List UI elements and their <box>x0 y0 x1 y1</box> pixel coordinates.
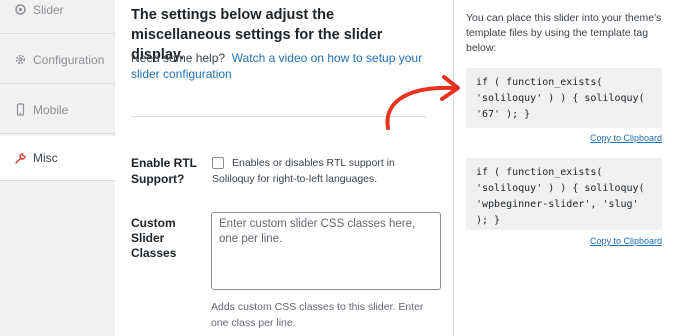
annotation-arrow-icon <box>385 75 460 130</box>
rtl-support-description: Enables or disables RTL support in Solil… <box>212 157 395 185</box>
wrench-icon <box>14 152 27 165</box>
copy-to-clipboard-link[interactable]: Copy to Clipboard <box>590 236 662 246</box>
sidebar-item-configuration[interactable]: Configuration <box>0 36 115 84</box>
template-tag-code-slug: if ( function_exists( 'soliloquy' ) ) { … <box>466 158 662 230</box>
sidebar-item-label: Slider <box>33 2 64 17</box>
mobile-icon <box>14 103 27 116</box>
sidebar-item-label: Misc <box>33 151 58 165</box>
custom-slider-classes-label: Custom Slider Classes <box>131 216 177 260</box>
sidebar-item-label: Configuration <box>33 52 105 67</box>
rtl-support-label: Enable RTL Support? <box>131 156 197 186</box>
settings-sidebar: Slider Configuration Mobile Misc <box>0 0 115 336</box>
sidebar-item-mobile[interactable]: Mobile <box>0 86 115 134</box>
template-tag-panel: You can place this slider into your them… <box>453 0 680 336</box>
slider-icon <box>14 3 27 16</box>
copy-to-clipboard-link[interactable]: Copy to Clipboard <box>590 133 662 143</box>
template-tag-intro: You can place this slider into your them… <box>466 12 662 54</box>
gear-icon <box>14 53 27 66</box>
misc-settings-panel: The settings below adjust the miscellane… <box>115 0 455 336</box>
help-prefix: Need some help? <box>131 51 226 65</box>
sidebar-item-label: Mobile <box>33 102 69 117</box>
custom-slider-classes-description: Adds custom CSS classes to this slider. … <box>211 301 424 329</box>
sidebar-item-slider[interactable]: Slider <box>0 0 115 34</box>
template-tag-code-id: if ( function_exists( 'soliloquy' ) ) { … <box>466 68 662 128</box>
rtl-support-checkbox[interactable] <box>212 157 224 169</box>
custom-slider-classes-input[interactable] <box>211 212 441 290</box>
sidebar-item-misc[interactable]: Misc <box>0 136 115 181</box>
